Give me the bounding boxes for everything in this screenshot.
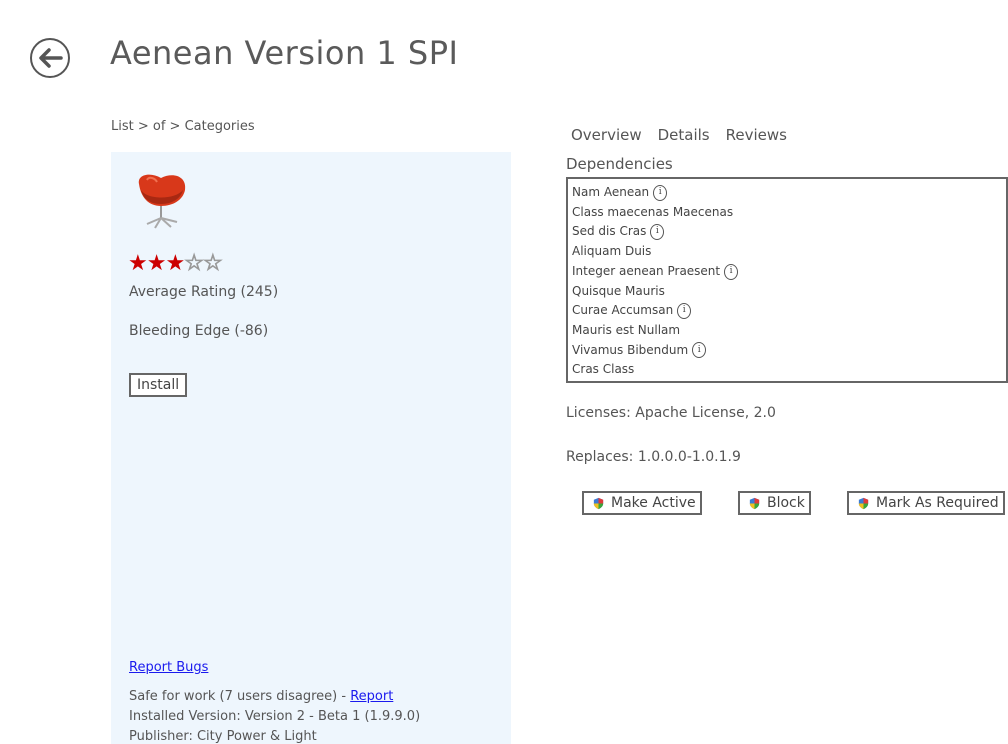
tab-details[interactable]: Details bbox=[658, 126, 710, 144]
dependency-name: Aliquam Duis bbox=[572, 244, 652, 259]
info-icon[interactable]: i bbox=[724, 263, 739, 280]
dependency-item[interactable]: Class maecenas Maecenas bbox=[572, 203, 1006, 223]
star-filled-icon: ★ bbox=[165, 251, 185, 276]
mark-as-required-button[interactable]: Mark As Required bbox=[847, 491, 1005, 515]
dependency-name: Quisque Mauris bbox=[572, 283, 665, 298]
star-filled-icon: ★ bbox=[146, 251, 167, 276]
dependencies-list: Nam Aenean i Class maecenas Maecenas Sed di… bbox=[568, 179, 1006, 380]
arrow-left-icon bbox=[39, 48, 63, 68]
average-rating: Average Rating (245) bbox=[129, 284, 279, 300]
dependency-name: Integer aenean Praesent bbox=[572, 263, 721, 278]
product-panel bbox=[111, 152, 511, 744]
info-icon[interactable]: i bbox=[653, 184, 668, 201]
dependency-name: Sed dis Cras bbox=[572, 224, 647, 239]
shield-icon bbox=[858, 497, 869, 509]
info-icon[interactable]: i bbox=[677, 303, 692, 320]
shield-icon bbox=[593, 497, 604, 509]
back-button[interactable] bbox=[30, 38, 70, 78]
report-bugs-link[interactable]: Report Bugs bbox=[129, 660, 208, 675]
tab-bar: Overview Details Reviews bbox=[571, 126, 787, 144]
publisher: Publisher: City Power & Light bbox=[129, 729, 317, 744]
installed-version: Installed Version: Version 2 - Beta 1 (1… bbox=[129, 709, 421, 724]
replaces: Replaces: 1.0.0.0-1.0.1.9 bbox=[566, 449, 741, 465]
dependency-name: Mauris est Nullam bbox=[572, 322, 681, 337]
dependencies-list-box[interactable]: Nam Aenean i Class maecenas Maecenas Sed di… bbox=[566, 177, 1008, 383]
page-title: Aenean Version 1 SPI bbox=[110, 34, 459, 72]
bleeding-edge-rating: Bleeding Edge (-86) bbox=[129, 323, 269, 339]
tab-overview[interactable]: Overview bbox=[571, 126, 642, 144]
make-active-button[interactable]: Make Active bbox=[582, 491, 702, 515]
info-icon[interactable]: i bbox=[692, 342, 707, 359]
rating-stars: ★★★☆☆ bbox=[128, 251, 223, 276]
report-link[interactable]: Report bbox=[350, 689, 393, 704]
dependency-item[interactable]: Curae Accumsan i bbox=[572, 301, 1006, 321]
dependency-name: Vivamus Bibendum bbox=[572, 342, 689, 357]
dependency-name: Class maecenas Maecenas bbox=[572, 204, 734, 219]
dependency-item[interactable]: Sed dis Cras i bbox=[572, 222, 1006, 242]
block-button[interactable]: Block bbox=[738, 491, 811, 515]
dependency-item[interactable]: Integer aenean Praesent i bbox=[572, 262, 1006, 282]
block-label: Block bbox=[767, 495, 805, 511]
tab-reviews[interactable]: Reviews bbox=[726, 126, 787, 144]
dependency-item[interactable]: Cras Class bbox=[572, 360, 1006, 380]
dependency-item[interactable]: Vivamus Bibendum i bbox=[572, 341, 1006, 361]
dependency-name: Curae Accumsan bbox=[572, 303, 674, 318]
breadcrumb: List > of > Categories bbox=[111, 119, 255, 134]
safe-for-work-text: Safe for work (7 users disagree) - bbox=[129, 689, 351, 704]
star-empty-icon: ☆ bbox=[184, 251, 205, 276]
licenses: Licenses: Apache License, 2.0 bbox=[566, 405, 776, 421]
dependency-name: Cras Class bbox=[572, 362, 635, 377]
dependencies-label: Dependencies bbox=[566, 155, 673, 173]
mark-as-required-label: Mark As Required bbox=[876, 495, 999, 511]
star-filled-icon: ★ bbox=[128, 251, 148, 276]
dependency-item[interactable]: Quisque Mauris bbox=[572, 282, 1006, 302]
product-image bbox=[133, 170, 189, 232]
star-empty-icon: ☆ bbox=[202, 251, 223, 276]
info-icon[interactable]: i bbox=[650, 224, 665, 241]
make-active-label: Make Active bbox=[611, 495, 696, 511]
dependency-item[interactable]: Aliquam Duis bbox=[572, 242, 1006, 262]
install-button[interactable]: Install bbox=[129, 373, 188, 397]
shield-icon bbox=[749, 497, 760, 509]
dependency-item[interactable]: Nam Aenean i bbox=[572, 183, 1006, 203]
dependency-item[interactable]: Mauris est Nullam bbox=[572, 321, 1006, 341]
safe-for-work-line: Safe for work (7 users disagree) - Repor… bbox=[129, 689, 393, 704]
chair-icon bbox=[138, 174, 186, 229]
dependency-name: Nam Aenean bbox=[572, 185, 650, 199]
